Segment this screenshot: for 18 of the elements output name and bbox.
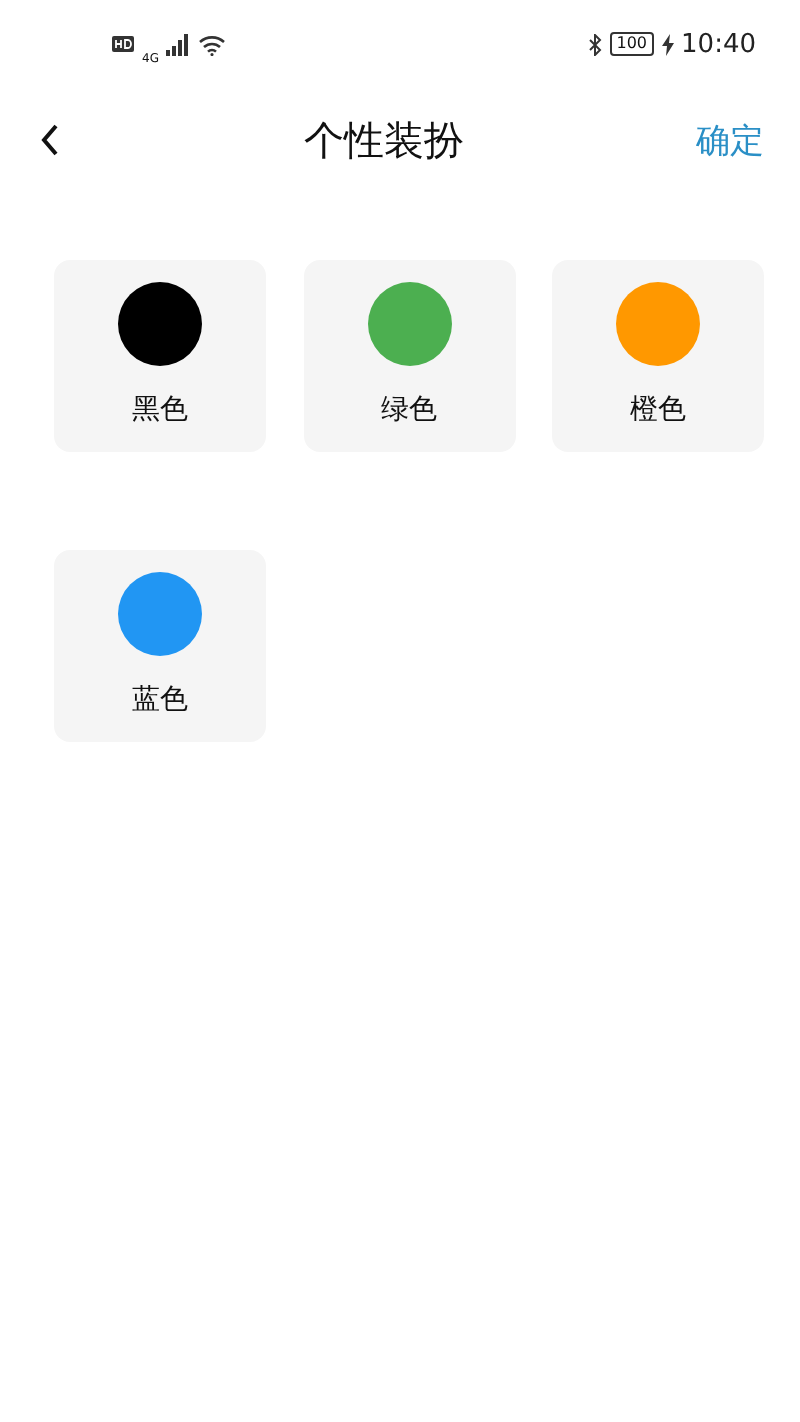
page-title: 个性装扮 [304,113,464,167]
battery-indicator: 100 [610,32,654,56]
color-label: 黑色 [132,392,188,428]
wifi-icon [198,33,227,55]
charging-icon [661,33,674,55]
bluetooth-icon [588,33,603,55]
color-option[interactable]: 橙色 [552,260,764,452]
clock: 10:40 [681,29,756,59]
confirm-button[interactable]: 确定 [692,109,768,171]
signal-icon [166,33,191,55]
back-icon [40,124,60,156]
color-option[interactable]: 绿色 [303,260,515,452]
color-option[interactable]: 蓝色 [54,550,266,742]
color-option[interactable]: 黑色 [54,260,266,452]
color-label: 绿色 [381,392,437,428]
hd-icon [112,36,134,52]
color-label: 橙色 [630,392,686,428]
color-label: 蓝色 [132,682,188,718]
